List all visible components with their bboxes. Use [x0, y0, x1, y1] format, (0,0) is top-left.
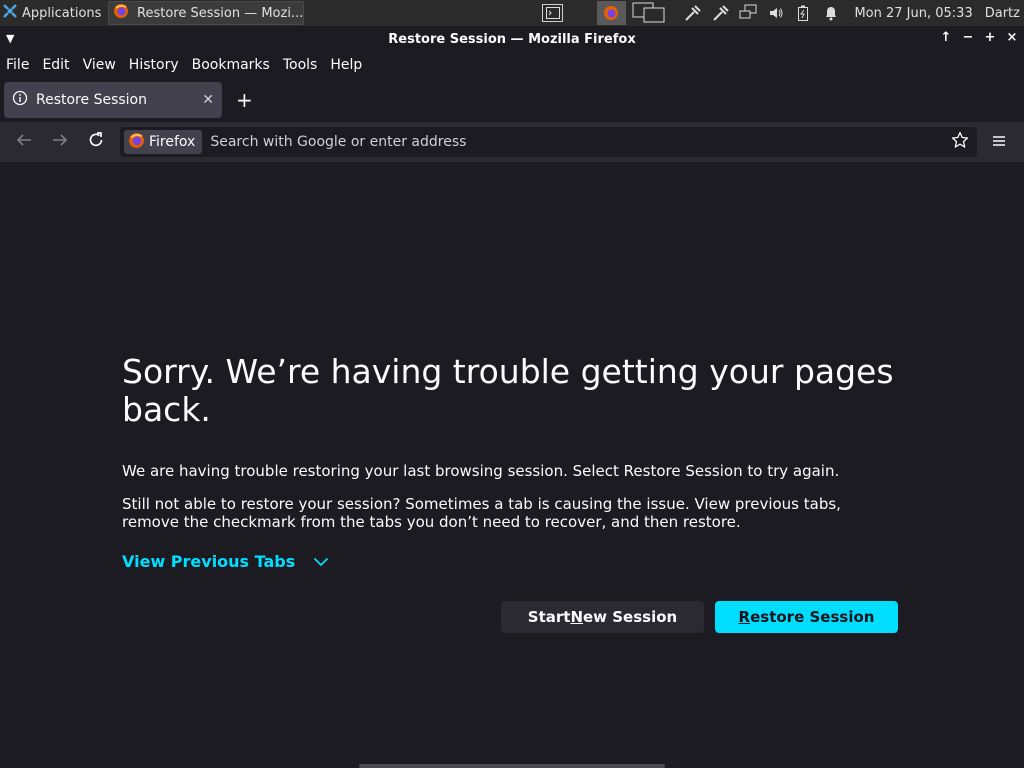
bell-icon[interactable]	[819, 1, 843, 25]
tab-strip: Restore Session ✕ +	[0, 80, 1024, 120]
applications-label: Applications	[22, 5, 102, 21]
horizontal-scrollbar[interactable]	[359, 764, 665, 768]
bookmark-star-button[interactable]	[947, 129, 973, 155]
network-icon[interactable]	[709, 1, 733, 25]
clock[interactable]: Mon 27 Jun, 05:33	[854, 0, 972, 26]
terminal-icon[interactable]	[541, 4, 564, 22]
star-icon	[951, 131, 969, 153]
taskbar-firefox-button[interactable]: Restore Session — Mozi...	[108, 1, 305, 25]
tab-title: Restore Session	[36, 92, 147, 108]
restore-session-button[interactable]: Restore Session	[715, 601, 898, 633]
window-titlebar[interactable]: ▼ Restore Session — Mozilla Firefox ↑ − …	[0, 26, 1024, 52]
menu-history[interactable]: History	[129, 57, 179, 73]
window-switch-icon[interactable]	[630, 1, 667, 25]
network-icon[interactable]	[681, 1, 705, 25]
page-title: Sorry. We’re having trouble getting your…	[122, 352, 894, 429]
forward-arrow-icon	[51, 132, 69, 152]
session-help-message: Still not able to restore your session? …	[122, 495, 841, 531]
menu-bar: File Edit View History Bookmarks Tools H…	[0, 52, 1024, 78]
firefox-icon	[113, 3, 129, 23]
keep-above-button[interactable]: ↑	[940, 30, 952, 45]
back-button[interactable]	[6, 124, 42, 160]
forward-button[interactable]	[42, 124, 78, 160]
user-name[interactable]: Dartz	[985, 0, 1024, 26]
identity-label: Firefox	[149, 134, 196, 150]
info-icon	[12, 90, 28, 110]
network-icon[interactable]	[736, 1, 760, 25]
menu-view[interactable]: View	[83, 57, 116, 73]
view-previous-tabs-toggle[interactable]: View Previous Tabs	[122, 552, 329, 571]
close-window-button[interactable]: ×	[1006, 30, 1018, 45]
reload-button[interactable]	[78, 124, 114, 160]
firefox-icon[interactable]	[596, 1, 627, 25]
minimize-button[interactable]: −	[962, 30, 974, 45]
url-input[interactable]	[202, 133, 947, 151]
reload-icon	[87, 131, 105, 153]
app-menu-button[interactable]	[981, 124, 1017, 160]
top-panel: Applications ⋮ Restore Session — Mozi...…	[0, 0, 1024, 26]
volume-icon[interactable]	[764, 1, 788, 25]
firefox-icon	[128, 132, 145, 153]
identity-box[interactable]: Firefox	[124, 130, 203, 154]
close-icon[interactable]: ✕	[202, 92, 214, 108]
window-menu-icon[interactable]: ▼	[6, 32, 14, 45]
new-tab-button[interactable]: +	[236, 88, 253, 112]
applications-menu[interactable]: Applications ⋮	[0, 0, 108, 26]
url-bar[interactable]: Firefox	[120, 127, 977, 157]
view-previous-tabs-label: View Previous Tabs	[122, 552, 296, 571]
battery-icon[interactable]	[791, 1, 815, 25]
hamburger-menu-icon	[991, 133, 1007, 152]
menu-file[interactable]: File	[6, 57, 29, 73]
menu-help[interactable]: Help	[330, 57, 362, 73]
menu-tools[interactable]: Tools	[283, 57, 318, 73]
tab-restore-session[interactable]: Restore Session ✕	[4, 82, 222, 118]
menu-bookmarks[interactable]: Bookmarks	[192, 57, 270, 73]
menu-edit[interactable]: Edit	[42, 57, 69, 73]
start-new-session-button[interactable]: Start New Session	[501, 601, 704, 633]
chevron-down-icon	[313, 552, 329, 571]
back-arrow-icon	[15, 132, 33, 152]
xfce-apps-icon	[2, 3, 18, 23]
navigation-toolbar: Firefox	[0, 122, 1024, 162]
window-title: Restore Session — Mozilla Firefox	[388, 31, 636, 47]
page-content: Sorry. We’re having trouble getting your…	[0, 162, 1024, 768]
maximize-button[interactable]: +	[984, 30, 996, 45]
window-controls: ↑ − + ×	[940, 30, 1018, 45]
session-error-message: We are having trouble restoring your las…	[122, 462, 840, 480]
taskbar-task-label: Restore Session — Mozi...	[137, 5, 304, 21]
